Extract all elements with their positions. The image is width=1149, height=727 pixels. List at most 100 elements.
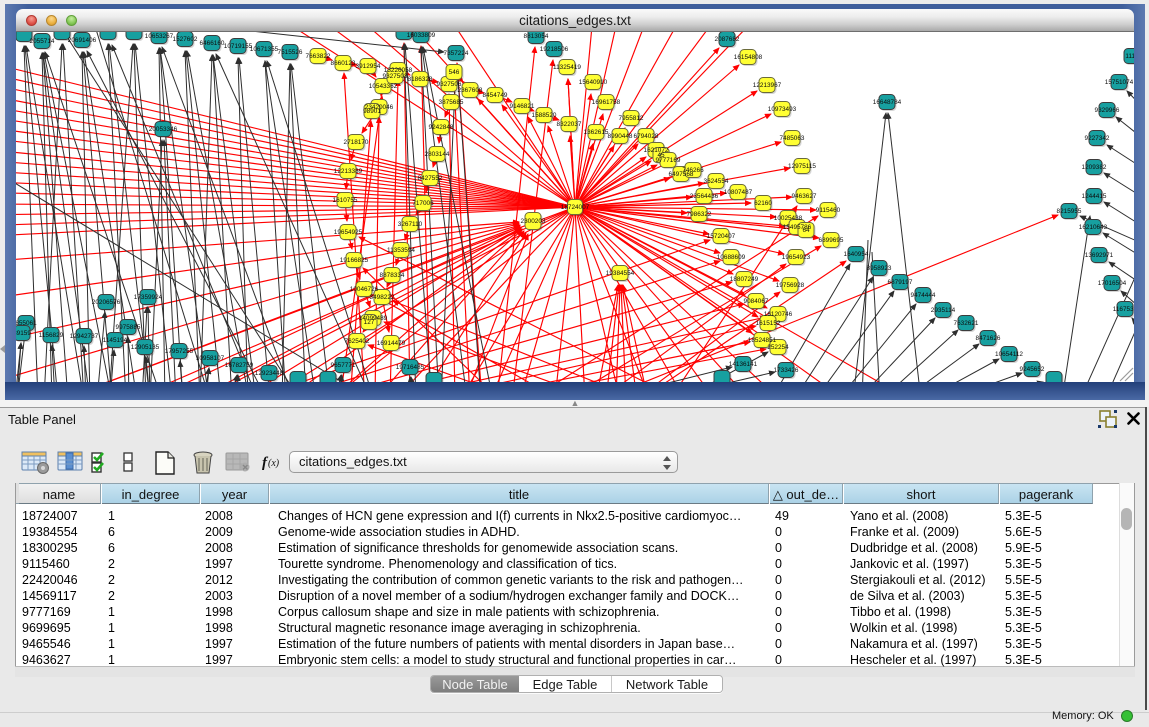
svg-text:1112: 1112 <box>1125 53 1134 60</box>
svg-text:746266: 746266 <box>682 167 704 174</box>
svg-text:10958107: 10958107 <box>196 355 225 362</box>
svg-text:8427552: 8427552 <box>418 175 443 182</box>
svg-text:7632621: 7632621 <box>954 320 979 327</box>
svg-text:8878334: 8878334 <box>380 272 405 279</box>
svg-text:1615152: 1615152 <box>756 320 781 327</box>
svg-text:3624554: 3624554 <box>704 178 729 185</box>
svg-text:16648784: 16648784 <box>873 99 902 106</box>
svg-text:1244415: 1244415 <box>1082 193 1107 200</box>
svg-text:8958923: 8958923 <box>867 265 892 272</box>
svg-text:10543362: 10543362 <box>369 83 398 90</box>
svg-text:546: 546 <box>449 69 460 76</box>
svg-text:10688609: 10688609 <box>717 254 746 261</box>
svg-text:12975115: 12975115 <box>788 163 816 170</box>
svg-text:19166825: 19166825 <box>340 257 369 264</box>
svg-text:7955812: 7955812 <box>619 115 644 122</box>
svg-text:98901: 98901 <box>363 108 381 115</box>
svg-text:8215955: 8215955 <box>1057 208 1082 215</box>
svg-text:18807249: 18807249 <box>730 276 759 283</box>
svg-text:18524851: 18524851 <box>748 337 777 344</box>
svg-text:9463627: 9463627 <box>792 193 817 200</box>
svg-text:20053346: 20053346 <box>149 126 178 133</box>
svg-text:8322037: 8322037 <box>557 121 582 128</box>
svg-text:8471626: 8471626 <box>976 335 1001 342</box>
svg-text:10046726: 10046726 <box>350 286 379 293</box>
svg-text:10719155: 10719155 <box>224 43 253 50</box>
svg-text:1733426: 1733426 <box>774 367 799 374</box>
svg-text:17016504: 17016504 <box>1098 280 1127 287</box>
svg-text:9084067: 9084067 <box>744 298 769 305</box>
svg-text:16120746: 16120746 <box>764 311 793 318</box>
svg-text:19384554: 19384554 <box>606 270 635 277</box>
svg-text:20691406: 20691406 <box>68 37 97 44</box>
svg-text:7357224: 7357224 <box>444 50 469 57</box>
svg-text:17359924: 17359924 <box>134 294 163 301</box>
svg-text:19654925: 19654925 <box>334 229 363 236</box>
svg-text:252254: 252254 <box>767 344 789 351</box>
svg-text:6899695: 6899695 <box>819 237 844 244</box>
svg-text:20206576: 20206576 <box>92 299 121 306</box>
svg-text:19218506: 19218506 <box>540 46 569 53</box>
svg-text:12213389: 12213389 <box>334 168 363 175</box>
svg-text:39159: 39159 <box>16 330 31 337</box>
svg-text:9657771: 9657771 <box>331 362 356 369</box>
svg-text:(x): (x) <box>268 458 280 469</box>
svg-text:8813054: 8813054 <box>524 33 549 40</box>
svg-text:10671355: 10671355 <box>250 46 279 53</box>
svg-text:10807487: 10807487 <box>724 189 753 196</box>
svg-text:11325419: 11325419 <box>553 64 581 71</box>
svg-text:7485063: 7485063 <box>780 135 805 142</box>
svg-text:8186328: 8186328 <box>408 76 433 83</box>
svg-text:9115460: 9115460 <box>816 207 841 214</box>
svg-text:12905135: 12905135 <box>131 344 160 351</box>
svg-text:9329966: 9329966 <box>1095 107 1120 114</box>
svg-text:10973493: 10973493 <box>768 106 797 113</box>
svg-text:10654112: 10654112 <box>995 351 1023 358</box>
svg-text:1145194: 1145194 <box>103 337 128 344</box>
svg-text:1640954: 1640954 <box>844 251 869 258</box>
svg-text:1527602: 1527602 <box>173 36 198 43</box>
svg-text:1610755: 1610755 <box>333 197 358 204</box>
svg-text:2935114: 2935114 <box>931 307 956 314</box>
svg-text:1209382: 1209382 <box>1082 164 1107 171</box>
svg-text:9975885: 9975885 <box>116 324 141 331</box>
svg-text:9327503: 9327503 <box>383 73 408 80</box>
svg-text:6879197: 6879197 <box>888 279 913 286</box>
svg-text:1362615: 1362615 <box>584 129 609 136</box>
svg-text:9242848: 9242848 <box>429 124 454 131</box>
svg-text:8990448: 8990448 <box>608 133 633 140</box>
svg-text:12942737: 12942737 <box>70 333 99 340</box>
svg-text:19756928: 19756928 <box>776 282 805 289</box>
svg-text:855061: 855061 <box>16 320 37 327</box>
svg-text:12213967: 12213967 <box>753 82 782 89</box>
svg-text:2718170: 2718170 <box>344 139 369 146</box>
svg-text:15640910: 15640910 <box>579 79 608 86</box>
svg-text:7515526: 7515526 <box>278 49 303 56</box>
svg-text:3912954: 3912954 <box>356 63 381 70</box>
svg-text:17957255: 17957255 <box>165 348 194 355</box>
svg-text:9777169: 9777169 <box>656 157 681 164</box>
svg-text:15720407: 15720407 <box>707 233 736 240</box>
svg-text:13692971: 13692971 <box>1085 252 1114 259</box>
svg-text:8454749: 8454749 <box>483 92 508 99</box>
svg-text:16033809: 16033809 <box>407 32 436 39</box>
svg-text:64: 64 <box>802 227 810 234</box>
svg-text:2367608: 2367608 <box>458 87 483 94</box>
svg-text:62160: 62160 <box>754 200 772 207</box>
svg-text:1167533: 1167533 <box>1113 306 1134 313</box>
svg-text:9227342: 9227342 <box>1085 135 1110 142</box>
svg-text:717006: 717006 <box>412 200 434 207</box>
svg-text:2803144: 2803144 <box>425 151 450 158</box>
svg-text:3498222: 3498222 <box>370 294 395 301</box>
svg-text:3875685: 3875685 <box>439 99 464 106</box>
svg-text:10025438: 10025438 <box>774 215 803 222</box>
svg-text:16782759: 16782759 <box>225 362 254 369</box>
svg-text:3267110: 3267110 <box>398 221 423 228</box>
svg-text:10653267: 10653267 <box>145 33 174 40</box>
svg-text:1588520: 1588520 <box>532 112 557 119</box>
svg-text:2300203: 2300203 <box>521 218 546 225</box>
svg-text:7625402: 7625402 <box>345 338 370 345</box>
svg-text:19654923: 19654923 <box>782 254 811 261</box>
svg-text:11353594: 11353594 <box>387 247 415 254</box>
svg-text:6466160: 6466160 <box>200 40 225 47</box>
